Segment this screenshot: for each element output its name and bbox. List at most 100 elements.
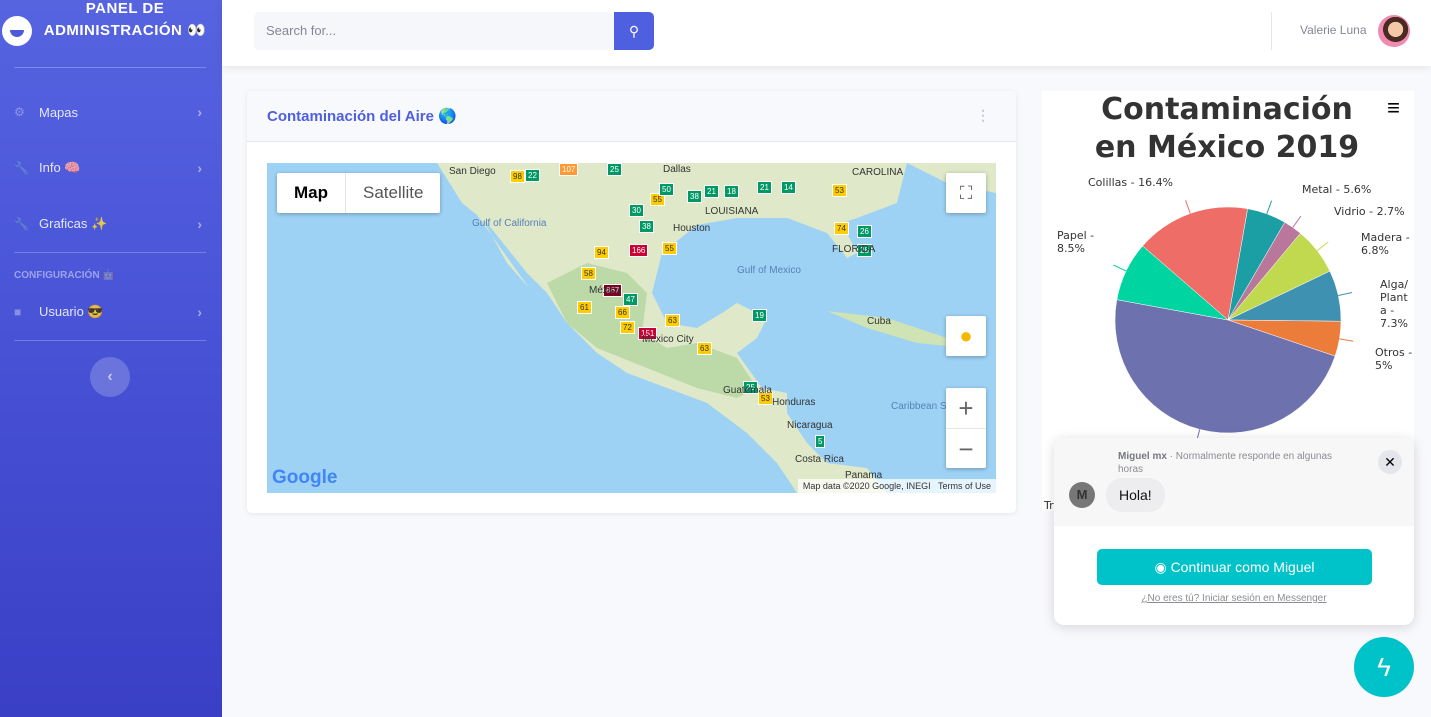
zoom-out-button[interactable]: − — [946, 428, 986, 468]
chat-meta: Miguel mx · Normalmente responde en algu… — [1118, 450, 1348, 476]
chevron-right-icon: › — [197, 216, 202, 232]
aqi-marker[interactable]: 26 — [857, 225, 872, 238]
map-place-label: Houston — [673, 223, 711, 234]
fullscreen-button[interactable]: ⛶ — [946, 173, 986, 213]
aqi-marker[interactable]: 21 — [757, 181, 772, 194]
messenger-launcher-button[interactable]: ϟ — [1354, 637, 1414, 697]
brand[interactable]: PANEL DE ADMINISTRACIÓN 👀 — [0, 0, 222, 66]
map-place-label: México — [589, 285, 621, 296]
pie-label: Metal - 5.6% — [1302, 183, 1371, 196]
aqi-marker[interactable]: 38 — [639, 220, 654, 233]
aqi-marker[interactable]: 5 — [815, 435, 826, 448]
zoom-control: + − — [946, 388, 986, 468]
aqi-marker[interactable]: 38 — [687, 190, 702, 203]
map-place-label: CAROLINA — [852, 167, 904, 178]
avatar[interactable] — [1378, 15, 1410, 47]
google-logo: Google — [272, 467, 338, 488]
aqi-marker[interactable]: 63 — [665, 314, 680, 327]
street-view-pegman[interactable]: ● — [946, 316, 986, 356]
map-type-satellite-button[interactable]: Satellite — [346, 173, 440, 213]
map-place-label: Nicaragua — [787, 420, 833, 431]
map-place-label: Gulf of Mexico — [737, 265, 801, 276]
sidebar-heading: CONFIGURACIÓN 🤖 — [14, 270, 115, 281]
divider — [14, 252, 206, 253]
aqi-marker[interactable]: 98 — [510, 170, 525, 183]
pie-connector — [1266, 200, 1273, 215]
aqi-marker[interactable]: 166 — [629, 244, 649, 257]
aqi-marker[interactable]: 74 — [834, 222, 849, 235]
map[interactable]: 5 53 25 19 63 63 151 72 66 61 47 867 58 166 94 55 38 28 26… — [267, 163, 996, 493]
pie-label: Papel -8.5% — [1057, 229, 1094, 255]
chevron-right-icon: › — [197, 160, 202, 176]
map-place-label: Dallas — [663, 164, 691, 175]
sidebar-item-graficas[interactable]: 🔧 Graficas ✨ › — [14, 209, 206, 239]
aqi-marker[interactable]: 61 — [577, 301, 592, 314]
brand-title: PANEL DE ADMINISTRACIÓN 👀 — [43, 0, 207, 39]
pie-connector — [1292, 215, 1302, 228]
divider — [14, 67, 206, 68]
attribution-text: Map data ©2020 Google, INEGI — [802, 481, 931, 491]
map-attribution: Map data ©2020 Google, INEGI Terms of Us… — [797, 479, 996, 493]
sidebar-toggle-button[interactable]: ‹ — [90, 357, 130, 397]
messenger-icon: ◉ — [1154, 559, 1171, 575]
aqi-marker[interactable]: 58 — [581, 267, 596, 280]
wrench-icon: 🔧 — [14, 217, 29, 231]
card-header: Contaminación del Aire 🌎 ⋮ — [247, 91, 1016, 142]
aqi-marker[interactable]: 55 — [662, 242, 677, 255]
sidebar-item-label: Info 🧠 — [39, 160, 81, 175]
aqi-marker[interactable]: 107 — [559, 163, 579, 176]
more-vertical-icon[interactable]: ⋮ — [976, 107, 990, 124]
chevron-right-icon: › — [197, 104, 202, 120]
map-type-map-button[interactable]: Map — [277, 173, 346, 213]
map-place-label: Cuba — [867, 316, 891, 327]
aqi-marker[interactable]: 50 — [659, 183, 674, 196]
aqi-marker[interactable]: 66 — [615, 306, 630, 319]
pegman-icon: ● — [959, 323, 973, 348]
aqi-marker[interactable]: 94 — [594, 246, 609, 259]
aqi-marker[interactable]: 21 — [704, 185, 719, 198]
pie-label: Tr — [1043, 499, 1054, 511]
pie-connector — [1316, 241, 1329, 252]
search-input[interactable]: Search for... — [254, 12, 614, 50]
card-title: Contaminación del Aire 🌎 — [267, 108, 457, 125]
aqi-marker[interactable]: 72 — [620, 321, 635, 334]
sidebar-item-label: Usuario 😎 — [39, 304, 104, 319]
pie-connector — [1185, 200, 1191, 214]
aqi-marker[interactable]: 14 — [781, 181, 796, 194]
map-place-label: Guatemala — [723, 385, 772, 396]
user-name[interactable]: Valerie Luna — [1300, 23, 1367, 37]
messenger-login-link[interactable]: ¿No eres tú? Iniciar sesión en Messenger — [1054, 593, 1414, 604]
pie-connector — [1339, 338, 1354, 342]
aqi-marker[interactable]: 63 — [697, 342, 712, 355]
aqi-marker[interactable]: 47 — [623, 293, 638, 306]
search-button[interactable]: ⚲ — [614, 12, 654, 50]
map-place-label: Mexico City — [642, 334, 694, 345]
sidebar-item-info[interactable]: 🔧 Info 🧠 › — [14, 153, 206, 183]
map-place-label: Costa Rica — [795, 454, 844, 465]
fullscreen-icon: ⛶ — [959, 183, 973, 203]
close-chat-button[interactable]: ✕ — [1378, 450, 1402, 474]
aqi-marker[interactable]: 30 — [629, 204, 644, 217]
wrench-icon: 🔧 — [14, 161, 29, 175]
aqi-marker[interactable]: 19 — [752, 309, 767, 322]
aqi-marker[interactable]: 53 — [832, 184, 847, 197]
aqi-marker[interactable]: 22 — [525, 169, 540, 182]
topbar: Search for... ⚲ Valerie Luna — [222, 0, 1431, 66]
terms-link[interactable]: Terms of Use — [938, 481, 991, 491]
sidebar: PANEL DE ADMINISTRACIÓN 👀 ⚙ Mapas › 🔧 Info … — [0, 0, 222, 717]
gear-icon: ⚙ — [14, 105, 25, 119]
air-pollution-card: Contaminación del Aire 🌎 ⋮ 5 53 25 19 63 63 151… — [247, 91, 1016, 513]
pie-label: Otros -5% — [1375, 346, 1412, 372]
aqi-marker[interactable]: 18 — [724, 185, 739, 198]
continue-as-button[interactable]: ◉ Continuar como Miguel — [1097, 549, 1372, 585]
pie-connector — [1113, 264, 1127, 272]
sidebar-item-mapas[interactable]: ⚙ Mapas › — [14, 97, 206, 127]
sidebar-item-label: Graficas ✨ — [39, 216, 108, 231]
chat-message: Hola! — [1106, 478, 1165, 512]
sidebar-item-usuario[interactable]: ■ Usuario 😎 › — [14, 297, 206, 327]
close-icon: ✕ — [1384, 454, 1396, 470]
zoom-in-button[interactable]: + — [946, 388, 986, 428]
divider — [1271, 12, 1272, 50]
aqi-marker[interactable]: 25 — [607, 163, 622, 176]
map-place-label: Gulf of California — [472, 218, 547, 229]
